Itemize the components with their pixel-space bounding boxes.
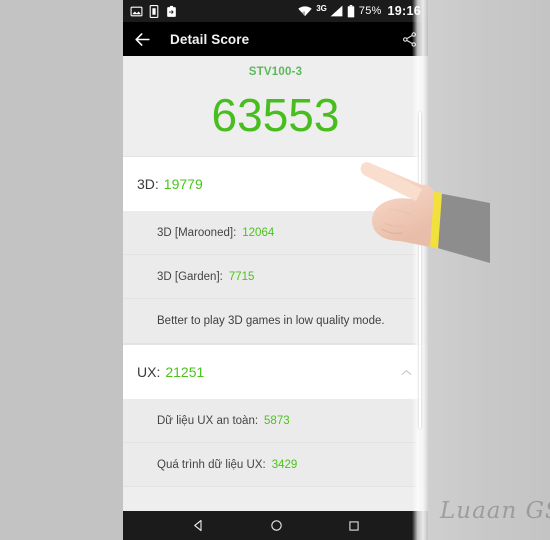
nav-recents-icon[interactable]: [347, 519, 361, 533]
back-arrow-icon[interactable]: [133, 30, 152, 49]
battery-icon: [347, 4, 355, 18]
status-bar: 3G 75% 19:16: [123, 0, 428, 22]
chevron-up-icon[interactable]: [399, 365, 414, 380]
row-label: 3D [Garden]:: [157, 270, 223, 283]
section-value-ux: 21251: [165, 364, 205, 380]
score-detail-content[interactable]: STV100-3 63553 3D: 19779 3D [Marooned]: …: [123, 56, 428, 511]
section-value-3d: 19779: [163, 176, 203, 192]
battery-percent-label: 75%: [358, 5, 382, 17]
clipboard-icon: [165, 5, 178, 18]
image-icon: [130, 5, 143, 18]
signal-bars-icon: [330, 5, 343, 17]
row-value: 3429: [271, 458, 298, 471]
table-row[interactable]: Dữ liệu UX an toàn: 5873: [123, 399, 428, 443]
app-bar: Detail Score: [123, 22, 428, 56]
hero-score-panel: STV100-3 63553: [123, 56, 428, 156]
wifi-icon: [298, 5, 312, 17]
table-row[interactable]: 3D [Garden]: 7715: [123, 255, 428, 299]
phone-screen: 3G 75% 19:16 Detail Score STV100-3 63553…: [123, 0, 428, 540]
share-icon[interactable]: [401, 31, 418, 48]
total-score-value: 63553: [211, 89, 340, 141]
status-bar-right-icons: 3G 75% 19:16: [298, 4, 421, 18]
section-label-ux: UX:: [137, 364, 161, 380]
row-label: Dữ liệu UX an toàn:: [157, 414, 259, 427]
page-title: Detail Score: [170, 31, 250, 47]
row-note-label: Better to play 3D games in low quality m…: [157, 315, 385, 327]
table-row[interactable]: Quá trình dữ liệu UX: 3429: [123, 443, 428, 487]
screenshot-root: 3G 75% 19:16 Detail Score STV100-3 63553…: [0, 0, 550, 540]
network-type-label: 3G: [316, 3, 327, 13]
row-label: Quá trình dữ liệu UX:: [157, 458, 266, 471]
row-value: 5873: [264, 414, 290, 427]
row-value: 12064: [242, 226, 275, 239]
clock-label: 19:16: [387, 4, 421, 18]
system-nav-bar: [123, 511, 428, 540]
status-bar-left-icons: [130, 4, 178, 18]
nav-back-icon[interactable]: [191, 518, 206, 533]
page-backdrop-right: [428, 0, 550, 540]
table-row-note: Better to play 3D games in low quality m…: [123, 299, 428, 344]
section-label-3d: 3D:: [137, 176, 159, 192]
device-model-label: STV100-3: [248, 66, 303, 78]
table-row[interactable]: 3D [Marooned]: 12064: [123, 211, 428, 255]
section-header-3d[interactable]: 3D: 19779: [123, 156, 428, 211]
row-value: 7715: [228, 270, 255, 283]
nav-home-icon[interactable]: [269, 518, 284, 533]
page-backdrop-left: [0, 0, 123, 540]
sim-card-icon: [149, 4, 159, 18]
row-label: 3D [Marooned]:: [157, 226, 237, 239]
section-header-ux[interactable]: UX: 21251: [123, 344, 428, 399]
